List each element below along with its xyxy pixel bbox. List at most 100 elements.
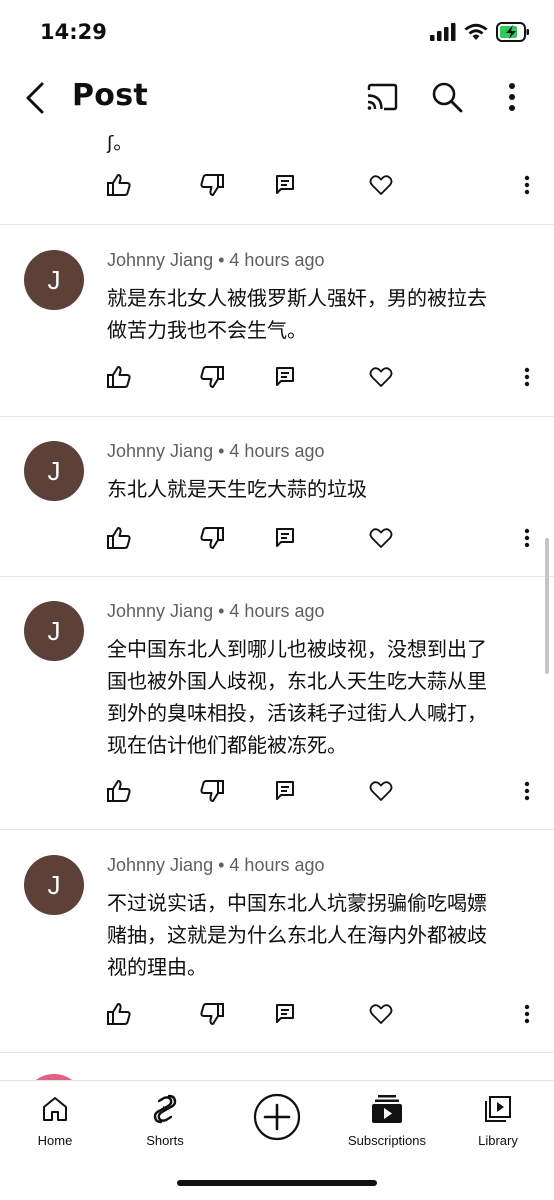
home-icon (0, 1091, 110, 1127)
heart-icon (369, 1003, 393, 1029)
shorts-icon (110, 1091, 220, 1127)
comment-text: 就是东北女人被俄罗斯人强奸，男的被拉去 做苦力我也不会生气。 (107, 282, 532, 346)
comment-actions (0, 172, 554, 202)
avatar[interactable]: J (24, 601, 84, 661)
like-button[interactable] (104, 364, 134, 394)
comment-text-line: 就是东北女人被俄罗斯人强奸，男的被拉去 (107, 286, 487, 310)
reply-comment-icon (275, 366, 295, 392)
comment-author[interactable]: Johnny Jiang (107, 250, 213, 270)
comment-text-line: 做苦力我也不会生气。 (107, 318, 307, 342)
search-icon (430, 82, 464, 118)
like-button[interactable] (104, 525, 134, 555)
status-bar: 14:29 (0, 0, 554, 64)
nav-subscriptions[interactable]: Subscriptions (332, 1091, 442, 1148)
comment-more-button[interactable] (512, 525, 542, 555)
page-title: Post (72, 78, 148, 113)
comment-time: 4 hours ago (229, 250, 325, 270)
reply-button[interactable] (270, 778, 300, 808)
comment-meta: Johnny Jiang • 4 hours ago (107, 441, 325, 462)
divider (0, 1052, 554, 1053)
divider (0, 829, 554, 830)
heart-icon (369, 527, 393, 553)
thumbs-down-icon (199, 526, 225, 554)
dislike-button[interactable] (197, 525, 227, 555)
thumbs-down-icon (199, 1002, 225, 1030)
comment-time: 4 hours ago (229, 601, 325, 621)
more-options-button[interactable] (498, 80, 526, 114)
thumbs-up-icon (106, 779, 132, 807)
nav-library[interactable]: Library (443, 1091, 553, 1148)
reply-button[interactable] (270, 364, 300, 394)
comment-more-button[interactable] (512, 364, 542, 394)
dislike-button[interactable] (197, 1001, 227, 1031)
thumbs-up-icon (106, 365, 132, 393)
reply-button[interactable] (270, 525, 300, 555)
nav-shorts[interactable]: Shorts (110, 1091, 220, 1148)
comment-author[interactable]: Johnny Jiang (107, 441, 213, 461)
comment-text: 全中国东北人到哪儿也被歧视，没想到出了 国也被外国人歧视，东北人天生吃大蒜从里 … (107, 633, 532, 761)
comment-more-button[interactable] (512, 172, 542, 202)
heart-button[interactable] (366, 778, 396, 808)
nav-label: Shorts (146, 1133, 184, 1148)
comment-meta: Johnny Jiang • 4 hours ago (107, 855, 325, 876)
comment-actions (0, 1001, 554, 1031)
like-button[interactable] (104, 1001, 134, 1031)
comment-text: 不过说实话，中国东北人坑蒙拐骗偷吃喝嫖 赌抽，这就是为什么东北人在海内外都被歧 … (107, 887, 532, 983)
avatar[interactable]: J (24, 855, 84, 915)
meta-separator: • (218, 250, 225, 270)
partial-comment-text: ʃ。 (107, 132, 133, 154)
cast-button[interactable] (365, 82, 399, 116)
comment-more-button[interactable] (512, 1001, 542, 1031)
reply-button[interactable] (270, 172, 300, 202)
divider (0, 576, 554, 577)
heart-icon (369, 366, 393, 392)
reply-button[interactable] (270, 1001, 300, 1031)
home-indicator (177, 1180, 377, 1186)
back-button[interactable] (20, 80, 52, 116)
wifi-icon (464, 23, 488, 45)
comment-text-line: 视的理由。 (107, 955, 207, 979)
comment-text-line: 国也被外国人歧视，东北人天生吃大蒜从里 (107, 669, 487, 693)
comment-text-line: 全中国东北人到哪儿也被歧视，没想到出了 (107, 637, 487, 661)
dislike-button[interactable] (197, 778, 227, 808)
heart-button[interactable] (366, 364, 396, 394)
like-button[interactable] (104, 172, 134, 202)
comment-time: 4 hours ago (229, 855, 325, 875)
thumbs-down-icon (199, 779, 225, 807)
comment-author[interactable]: Johnny Jiang (107, 855, 213, 875)
reply-comment-icon (275, 527, 295, 553)
meta-separator: • (218, 855, 225, 875)
heart-button[interactable] (366, 525, 396, 555)
nav-home[interactable]: Home (0, 1091, 110, 1148)
status-time: 14:29 (40, 20, 107, 44)
meta-separator: • (218, 441, 225, 461)
meta-separator: • (218, 601, 225, 621)
search-button[interactable] (430, 80, 464, 114)
comment-time: 4 hours ago (229, 441, 325, 461)
avatar[interactable]: J (24, 441, 84, 501)
thumbs-up-icon (106, 526, 132, 554)
create-button[interactable] (222, 1091, 332, 1143)
comment-author[interactable]: Johnny Jiang (107, 601, 213, 621)
comment-actions (0, 778, 554, 808)
battery-charging-icon (496, 22, 530, 46)
comment-actions (0, 364, 554, 394)
dislike-button[interactable] (197, 172, 227, 202)
comment-text-line: 东北人就是天生吃大蒜的垃圾 (107, 477, 367, 501)
avatar[interactable]: J (24, 250, 84, 310)
divider (0, 224, 554, 225)
dislike-button[interactable] (197, 364, 227, 394)
status-icons (430, 22, 530, 46)
thumbs-up-icon (106, 173, 132, 201)
vertical-dots-icon (524, 528, 530, 552)
like-button[interactable] (104, 778, 134, 808)
thumbs-down-icon (199, 365, 225, 393)
thumbs-up-icon (106, 1002, 132, 1030)
divider (0, 416, 554, 417)
comment-more-button[interactable] (512, 778, 542, 808)
comment-text-line: 现在估计他们都能被冻死。 (107, 733, 347, 757)
nav-label: Subscriptions (347, 1133, 427, 1148)
scrollbar[interactable] (545, 538, 549, 674)
heart-button[interactable] (366, 172, 396, 202)
heart-button[interactable] (366, 1001, 396, 1031)
